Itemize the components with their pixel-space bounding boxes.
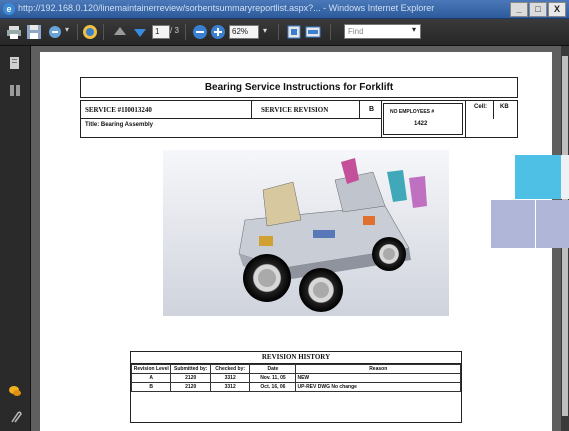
employees-label: NO EMPLOYEES # xyxy=(390,109,435,115)
pdf-toolbar: ▾ 1 / 3 62% ▾ Find ▾ xyxy=(0,19,569,46)
table-cell: A xyxy=(130,373,172,383)
zoom-out-icon[interactable] xyxy=(192,24,208,40)
window-title-bar: e http://192.168.0.120/linemaintainerrev… xyxy=(0,0,569,19)
revision-table-header-row: Revision Level Submitted by: Checked by:… xyxy=(130,364,461,374)
comments-panel-icon[interactable] xyxy=(8,384,22,398)
toolbar-divider xyxy=(77,24,78,40)
close-button[interactable]: X xyxy=(548,2,566,17)
toolbar-divider xyxy=(278,24,279,40)
column-header: Checked by: xyxy=(209,364,251,374)
pdf-page: Bearing Service Instructions for Forklif… xyxy=(40,52,552,431)
zoom-level-select[interactable]: 62% xyxy=(229,25,259,39)
previous-page-icon[interactable] xyxy=(112,24,128,40)
cell-divider xyxy=(359,101,360,118)
find-input[interactable]: Find xyxy=(344,24,421,39)
service-revision-label: SERVICE REVISION xyxy=(261,106,329,114)
document-title: Bearing Service Instructions for Forklif… xyxy=(80,77,518,98)
cell-value: KB xyxy=(500,104,509,110)
browser-logo-icon: e xyxy=(3,3,15,15)
pages-panel-icon[interactable] xyxy=(8,56,22,70)
employees-value: 1422 xyxy=(414,121,428,127)
revision-history-table: REVISION HISTORY Revision Level Submitte… xyxy=(130,351,462,423)
bookmarks-panel-icon[interactable] xyxy=(8,84,22,98)
table-cell: UP-REV DWG No change xyxy=(295,382,461,392)
share-dropdown-icon[interactable]: ▾ xyxy=(65,25,69,41)
review-icon[interactable] xyxy=(82,24,98,40)
toolbar-divider xyxy=(103,24,104,40)
service-number: SERVICE #1I0013240 xyxy=(85,106,152,114)
revision-history-caption: REVISION HISTORY xyxy=(131,352,461,364)
employees-box: NO EMPLOYEES # 1422 xyxy=(383,103,463,135)
cell-divider xyxy=(465,101,466,137)
minimize-button[interactable]: _ xyxy=(510,2,528,17)
table-cell: 2120 xyxy=(170,373,211,383)
window-controls: _ □ X xyxy=(510,2,566,17)
column-header: Revision Level xyxy=(130,364,172,374)
table-cell: NEW xyxy=(295,373,461,383)
decorative-tile xyxy=(561,155,569,199)
column-header: Reason xyxy=(295,364,461,374)
decorative-tile xyxy=(491,200,535,248)
title-field: Title: Bearing Assembly xyxy=(85,122,154,128)
window-title: http://192.168.0.120/linemaintainerrevie… xyxy=(18,3,435,13)
table-cell: 2120 xyxy=(170,382,211,392)
table-cell: Oct. 16, 06 xyxy=(249,382,297,392)
table-cell: B xyxy=(130,382,172,392)
service-info-box: SERVICE #1I0013240 SERVICE REVISION B Ti… xyxy=(80,100,518,138)
share-icon[interactable] xyxy=(47,24,63,40)
cell-divider xyxy=(381,101,382,137)
attachments-panel-icon[interactable] xyxy=(8,410,22,424)
table-cell: 3312 xyxy=(209,382,251,392)
cell-label: Cell: xyxy=(474,104,488,110)
find-dropdown-icon[interactable]: ▾ xyxy=(412,25,416,34)
page-number-input[interactable]: 1 xyxy=(152,25,170,39)
column-header: Date xyxy=(249,364,297,374)
next-page-icon[interactable] xyxy=(132,24,148,40)
page-count: / 3 xyxy=(170,26,179,35)
zoom-in-icon[interactable] xyxy=(210,24,226,40)
toolbar-divider xyxy=(330,24,331,40)
decorative-tile xyxy=(515,155,561,199)
row-divider xyxy=(81,118,381,119)
navigation-rail xyxy=(0,46,31,431)
document-viewer[interactable]: Bearing Service Instructions for Forklif… xyxy=(31,46,561,431)
table-row: A 2120 3312 Nov. 11, 05 NEW xyxy=(130,373,461,383)
save-icon[interactable] xyxy=(26,24,42,40)
cell-divider xyxy=(493,101,494,119)
maximize-button[interactable]: □ xyxy=(529,2,547,17)
cell-divider xyxy=(251,101,252,118)
service-revision-value: B xyxy=(369,106,375,113)
zoom-dropdown-icon[interactable]: ▾ xyxy=(263,26,267,35)
fit-width-icon[interactable] xyxy=(305,24,321,40)
decorative-tile xyxy=(536,200,569,248)
column-header: Submitted by: xyxy=(170,364,211,374)
toolbar-divider xyxy=(185,24,186,40)
table-row: B 2120 3312 Oct. 16, 06 UP-REV DWG No ch… xyxy=(130,382,461,392)
table-cell: Nov. 11, 05 xyxy=(249,373,297,383)
fit-page-icon[interactable] xyxy=(286,24,302,40)
table-cell: 3312 xyxy=(209,373,251,383)
forklift-3d-model-image xyxy=(163,150,449,316)
print-icon[interactable] xyxy=(6,24,22,40)
